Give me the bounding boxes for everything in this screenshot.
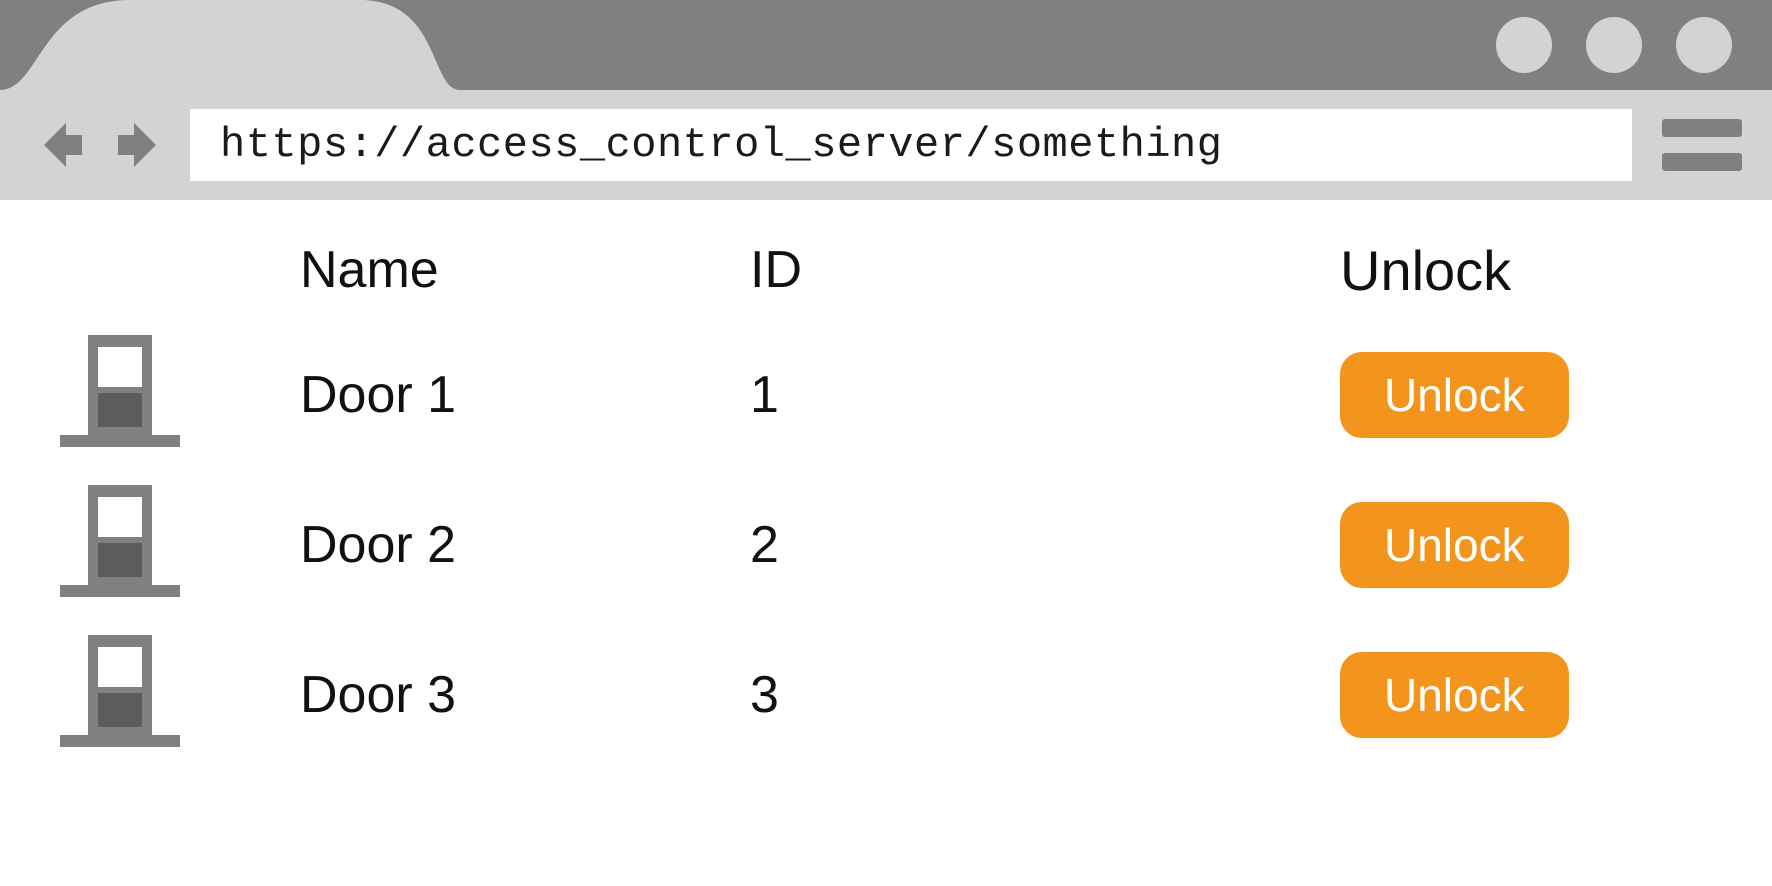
door-icon — [50, 335, 190, 455]
column-header-name: Name — [300, 240, 750, 300]
forward-button[interactable] — [110, 115, 170, 175]
table-row: Door 1 1 Unlock — [40, 320, 1712, 470]
page-content: Name ID Unlock Door 1 1 Unlock — [0, 200, 1772, 770]
door-id: 2 — [750, 515, 1150, 575]
unlock-button[interactable]: Unlock — [1340, 652, 1569, 738]
table-row: Door 2 2 Unlock — [40, 470, 1712, 620]
arrow-right-icon — [112, 117, 168, 173]
door-name: Door 3 — [300, 665, 750, 725]
url-input[interactable]: https://access_control_server/something — [190, 109, 1632, 181]
unlock-button[interactable]: Unlock — [1340, 502, 1569, 588]
active-tab-shape — [0, 0, 460, 90]
window-control-dot[interactable] — [1586, 17, 1642, 73]
column-header-unlock: Unlock — [1150, 238, 1511, 303]
window-control-dot[interactable] — [1496, 17, 1552, 73]
door-id: 1 — [750, 365, 1150, 425]
column-header-id: ID — [750, 240, 1150, 300]
unlock-button[interactable]: Unlock — [1340, 352, 1569, 438]
window-controls — [1496, 17, 1732, 73]
address-bar-row: https://access_control_server/something — [0, 90, 1772, 200]
table-header-row: Name ID Unlock — [40, 220, 1712, 320]
arrow-left-icon — [32, 117, 88, 173]
door-name: Door 2 — [300, 515, 750, 575]
door-id: 3 — [750, 665, 1150, 725]
window-control-dot[interactable] — [1676, 17, 1732, 73]
hamburger-icon — [1662, 119, 1742, 137]
table-row: Door 3 3 Unlock — [40, 620, 1712, 770]
back-button[interactable] — [30, 115, 90, 175]
door-icon — [50, 635, 190, 755]
menu-button[interactable] — [1662, 115, 1742, 175]
door-icon — [50, 485, 190, 605]
door-name: Door 1 — [300, 365, 750, 425]
hamburger-icon — [1662, 153, 1742, 171]
browser-tab-strip — [0, 0, 1772, 90]
